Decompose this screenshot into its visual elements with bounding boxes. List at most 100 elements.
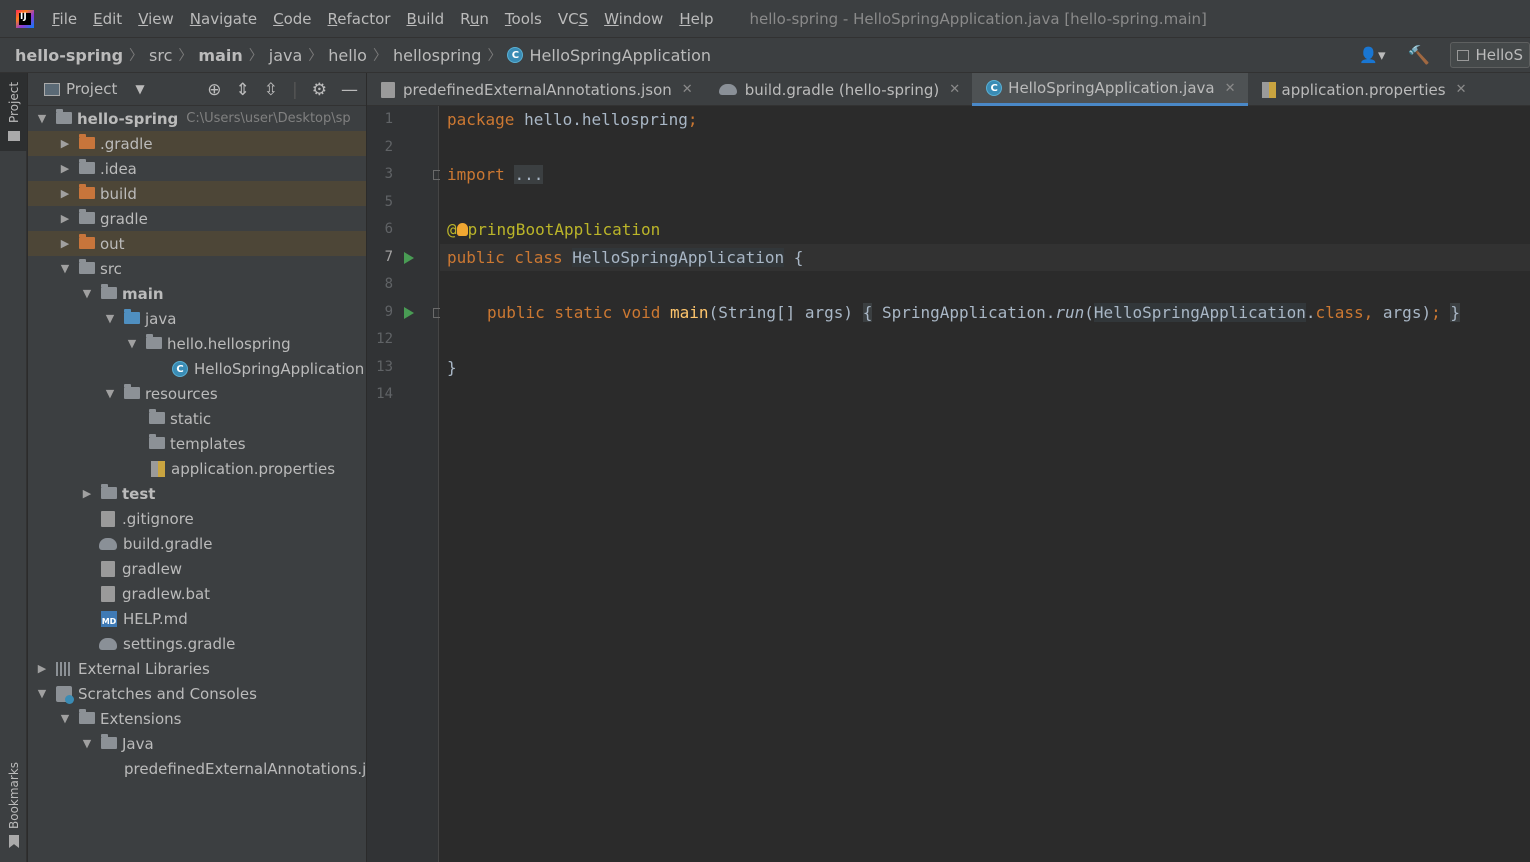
menu-build[interactable]: Build [406,10,444,28]
tree-item-static[interactable]: static [28,406,366,431]
chevron-down-icon[interactable]: ▼ [81,737,93,750]
chevron-down-icon[interactable]: ▼ [104,312,116,325]
bookmarks-tool-tab[interactable]: Bookmarks [0,753,27,853]
project-tool-tab[interactable]: Project [0,73,27,151]
tree-item-test[interactable]: ▶ test [28,481,366,506]
tree-item-idea[interactable]: ▶ .idea [28,156,366,181]
breadcrumb-class[interactable]: HelloSpringApplication [529,46,711,65]
close-icon[interactable]: ✕ [1456,82,1467,97]
gear-icon[interactable]: ⚙ [312,80,327,100]
tab-application-properties[interactable]: application.properties ✕ [1248,73,1479,106]
tree-item-src[interactable]: ▼ src [28,256,366,281]
breadcrumb-hello[interactable]: hello [328,46,367,65]
menu-code[interactable]: Code [273,10,311,28]
code-line[interactable]: @ pringBootApplication [440,216,1530,243]
menu-tools[interactable]: Tools [505,10,542,28]
code-line[interactable]: import ... [440,161,1530,188]
line-number: 9 [384,304,393,320]
breadcrumb-main[interactable]: main [198,46,242,65]
chevron-right-icon[interactable]: ▶ [81,487,93,500]
breadcrumb-java[interactable]: java [269,46,303,65]
user-account-icon[interactable]: 👤▾ [1359,46,1385,64]
tree-item-root[interactable]: ▼ hello-spring C:\Users\user\Desktop\sp [28,106,366,131]
run-gutter-icon[interactable] [404,252,414,264]
chevron-down-icon[interactable]: ▼ [126,337,138,350]
expand-all-icon[interactable]: ⇕ [236,80,250,100]
run-gutter-icon[interactable] [404,307,414,319]
breadcrumb-src[interactable]: src [149,46,172,65]
menu-edit[interactable]: Edit [93,10,122,28]
tree-item-main[interactable]: ▼ main [28,281,366,306]
hide-panel-icon[interactable]: — [341,80,358,100]
tree-item-java[interactable]: ▼ java [28,306,366,331]
code-line[interactable]: } [440,354,1530,381]
chevron-right-icon[interactable]: ▶ [59,212,71,225]
chevron-down-icon[interactable]: ▼ [81,287,93,300]
chevron-down-icon[interactable]: ▼ [135,82,144,96]
menu-file[interactable]: File [52,10,77,28]
tab-build-gradle[interactable]: build.gradle (hello-spring) ✕ [705,73,972,106]
menu-vcs[interactable]: VCS [558,10,588,28]
tree-item-help-md[interactable]: MD HELP.md [28,606,366,631]
breadcrumb-project[interactable]: hello-spring [15,46,123,65]
menu-run[interactable]: Run [460,10,489,28]
tree-item-external-libraries[interactable]: ▶ External Libraries [28,656,366,681]
chevron-right-icon[interactable]: ▶ [59,187,71,200]
folded-brace[interactable]: } [1450,303,1460,322]
close-icon[interactable]: ✕ [949,82,960,97]
tree-item-out[interactable]: ▶ out [28,231,366,256]
tree-item-scratches[interactable]: ▼ Scratches and Consoles [28,681,366,706]
chevron-down-icon[interactable]: ▼ [36,687,48,700]
tree-item-main-class[interactable]: C HelloSpringApplication [28,356,366,381]
chevron-right-icon[interactable]: ▶ [59,137,71,150]
tab-hello-spring-application[interactable]: C HelloSpringApplication.java ✕ [972,73,1248,106]
tree-item-annotations-json[interactable]: predefinedExternalAnnotations.j [28,756,366,781]
locate-file-icon[interactable]: ⊕ [207,80,221,100]
tree-item-label: Java [122,734,154,753]
folded-region[interactable]: ... [514,165,544,184]
code-punct: ; [687,110,698,129]
tree-item-gradlew[interactable]: gradlew [28,556,366,581]
code-editor[interactable]: package hello.hellospring; import ... @ p… [440,106,1530,862]
lightbulb-icon[interactable] [456,223,468,236]
tree-item-gitignore[interactable]: .gitignore [28,506,366,531]
menu-help[interactable]: Help [679,10,713,28]
menu-window[interactable]: Window [604,10,663,28]
tree-item-resources[interactable]: ▼ resources [28,381,366,406]
tab-predefined-annotations[interactable]: predefinedExternalAnnotations.json ✕ [367,73,705,106]
tab-label: build.gradle (hello-spring) [744,80,940,99]
tree-item-build-gradle[interactable]: build.gradle [28,531,366,556]
build-hammer-icon[interactable]: 🔨 [1408,45,1430,66]
tree-item-extensions[interactable]: ▼ Extensions [28,706,366,731]
code-line[interactable]: public static void main(String[] args) {… [440,299,1530,326]
tree-item-gradlew-bat[interactable]: gradlew.bat [28,581,366,606]
chevron-down-icon[interactable]: ▼ [36,112,48,125]
tree-item-extensions-java[interactable]: ▼ Java [28,731,366,756]
close-icon[interactable]: ✕ [682,82,693,97]
tree-item-settings-gradle[interactable]: settings.gradle [28,631,366,656]
menu-refactor[interactable]: Refactor [328,10,391,28]
code-line-current[interactable]: public class HelloSpringApplication { [440,244,1530,271]
collapse-all-icon[interactable]: ⇳ [264,80,278,100]
tree-item-gradle[interactable]: ▶ gradle [28,206,366,231]
tree-item-templates[interactable]: templates [28,431,366,456]
close-icon[interactable]: ✕ [1225,81,1236,96]
breadcrumb-hellospring[interactable]: hellospring [393,46,481,65]
tree-item-gradle-dir[interactable]: ▶ .gradle [28,131,366,156]
chevron-down-icon[interactable]: ▼ [59,262,71,275]
folded-brace[interactable]: { [862,303,873,322]
tree-item-build[interactable]: ▶ build [28,181,366,206]
chevron-right-icon[interactable]: ▶ [36,662,48,675]
menu-navigate[interactable]: Navigate [190,10,257,28]
run-configuration-selector[interactable]: HelloS [1450,42,1530,68]
chevron-down-icon[interactable]: ▼ [104,387,116,400]
tree-item-package[interactable]: ▼ hello.hellospring [28,331,366,356]
project-panel-title[interactable]: Project [66,80,117,98]
chevron-down-icon[interactable]: ▼ [59,712,71,725]
chevron-right-icon[interactable]: ▶ [59,162,71,175]
tree-item-application-properties[interactable]: application.properties [28,456,366,481]
properties-file-icon [151,460,165,477]
menu-view[interactable]: View [138,10,174,28]
chevron-right-icon[interactable]: ▶ [59,237,71,250]
code-line[interactable]: package hello.hellospring; [440,106,1530,133]
